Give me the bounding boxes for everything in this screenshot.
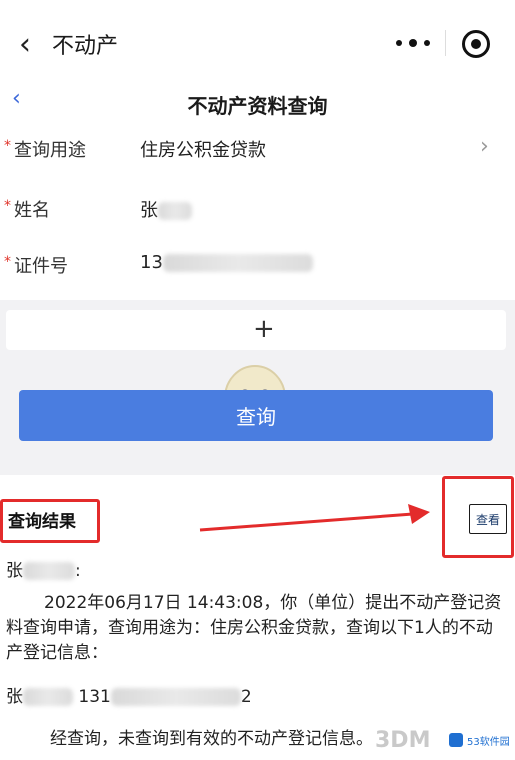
required-mark: * bbox=[4, 138, 11, 154]
blurred-text bbox=[23, 562, 75, 580]
purpose-value[interactable]: 住房公积金贷款 bbox=[140, 136, 266, 162]
name-field[interactable]: 张 bbox=[140, 196, 192, 222]
result-paragraph-text: 2022年06月17日 14:43:08，你（单位）提出不动产登记资料查询申请，… bbox=[6, 593, 502, 663]
site-watermark: 3DM bbox=[375, 728, 431, 753]
blurred-text bbox=[110, 688, 241, 706]
page-title: 不动产资料查询 bbox=[187, 94, 328, 118]
view-button[interactable]: 查看 bbox=[469, 504, 507, 534]
name-label: 姓名 bbox=[14, 200, 50, 221]
name-value: 张 bbox=[140, 200, 158, 221]
annotation-arrow-icon bbox=[199, 504, 430, 532]
blurred-text bbox=[23, 688, 73, 706]
query-button[interactable]: 查询 bbox=[19, 390, 493, 441]
required-mark: * bbox=[4, 254, 11, 270]
blurred-text bbox=[158, 202, 192, 220]
chevron-right-icon[interactable]: › bbox=[480, 134, 489, 159]
result-paragraph: 2022年06月17日 14:43:08，你（单位）提出不动产登记资料查询申请，… bbox=[6, 591, 506, 666]
page-header: ‹ 不动产资料查询 bbox=[0, 84, 515, 124]
id-number-label: 证件号 bbox=[14, 256, 68, 277]
purpose-row[interactable]: * 查询用途 住房公积金贷款 › bbox=[0, 124, 515, 180]
close-miniprogram-icon[interactable] bbox=[462, 30, 490, 58]
logo-text: 53软件园 bbox=[467, 736, 510, 748]
capsule-divider bbox=[445, 30, 446, 56]
salutation-colon: : bbox=[75, 561, 81, 581]
person-name: 张 bbox=[6, 687, 23, 707]
required-mark: * bbox=[4, 198, 11, 214]
purpose-label: 查询用途 bbox=[14, 140, 86, 161]
person-id-start: 131 bbox=[78, 687, 111, 707]
plus-icon[interactable]: + bbox=[253, 316, 275, 342]
id-number-row[interactable]: * 证件号 13 bbox=[0, 240, 515, 296]
result-heading: 查询结果 bbox=[8, 512, 76, 532]
more-options-icon[interactable] bbox=[396, 30, 430, 56]
back-icon[interactable]: ‹ bbox=[10, 24, 40, 64]
id-number-value: 13 bbox=[140, 252, 163, 273]
salutation: 张: bbox=[6, 556, 81, 581]
site-logo: 53软件园 bbox=[445, 728, 511, 752]
top-bar: ‹ 不动产 bbox=[0, 0, 515, 84]
salutation-name: 张 bbox=[6, 561, 23, 581]
logo-mark-icon bbox=[449, 733, 463, 747]
final-result-text: 经查询，未查询到有效的不动产登记信息。 bbox=[50, 729, 373, 749]
blurred-text bbox=[162, 254, 313, 272]
person-line: 张 131 2 bbox=[6, 682, 252, 707]
query-form: * 查询用途 住房公积金贷款 › * 姓名 张 * 证件号 13 bbox=[0, 124, 515, 300]
app-title: 不动产 bbox=[52, 34, 119, 59]
person-id-end: 2 bbox=[240, 687, 252, 707]
name-row[interactable]: * 姓名 张 bbox=[0, 184, 515, 240]
id-number-field[interactable]: 13 bbox=[140, 252, 313, 273]
